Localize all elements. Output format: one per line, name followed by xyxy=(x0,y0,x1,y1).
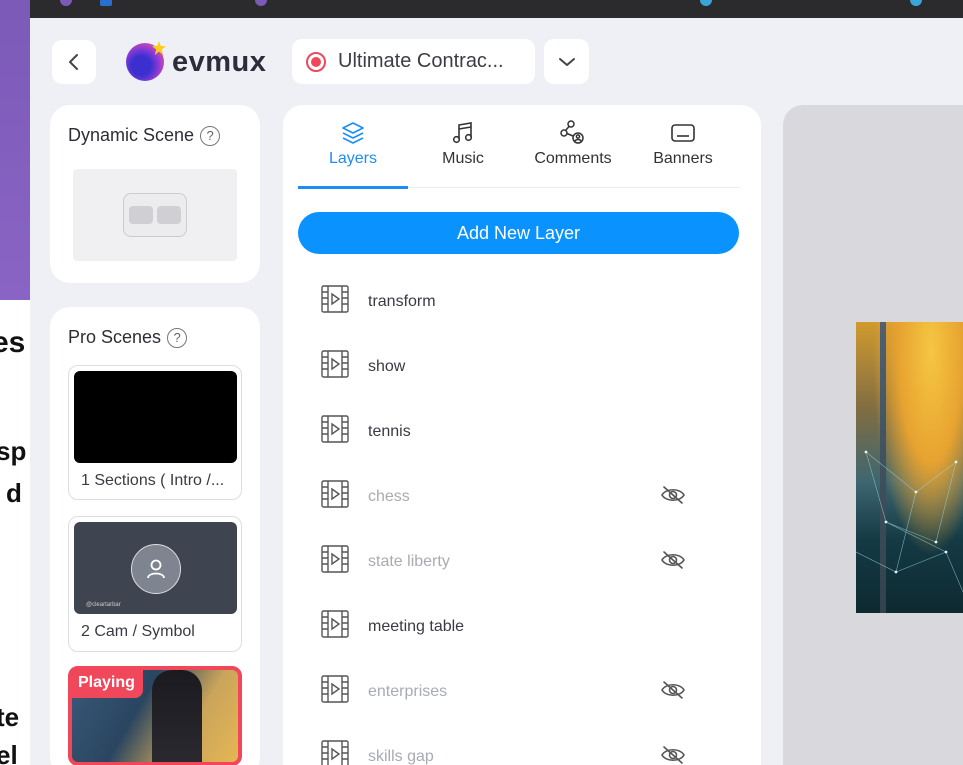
background-white-area xyxy=(0,300,30,765)
tab-comments[interactable]: Comments xyxy=(518,105,628,188)
chevron-left-icon xyxy=(69,54,78,70)
browser-top-bar xyxy=(30,0,963,18)
background-text: d xyxy=(6,478,22,508)
layer-name: meeting table xyxy=(368,618,465,635)
background-purple-band xyxy=(0,0,30,300)
layer-name: transform xyxy=(368,293,436,310)
video-layer-icon xyxy=(320,674,350,709)
user-avatar-icon xyxy=(131,544,181,594)
camera-name-label: @cleartarbar xyxy=(86,602,121,608)
tab-favicon xyxy=(100,0,112,6)
tab-favicon xyxy=(910,0,922,6)
pro-scenes-title: Pro Scenes xyxy=(68,327,162,347)
comments-icon xyxy=(560,120,584,144)
background-text: sp xyxy=(0,436,27,466)
eye-off-icon[interactable] xyxy=(660,549,686,576)
layer-row[interactable]: chess xyxy=(298,477,739,517)
scene-label: 1 Sections ( Intro /... xyxy=(81,472,225,489)
scene-thumbnail-person xyxy=(152,670,202,762)
scene-card[interactable]: @cleartarbar 2 Cam / Symbol xyxy=(68,516,242,652)
split-layout-icon xyxy=(123,193,187,237)
scene-label: 2 Cam / Symbol xyxy=(81,623,195,640)
video-layer-icon xyxy=(320,414,350,449)
scene-card-playing[interactable]: Playing xyxy=(68,666,242,765)
eye-off-icon[interactable] xyxy=(660,744,686,765)
video-layer-icon xyxy=(320,284,350,319)
help-icon[interactable]: ? xyxy=(200,125,221,146)
tab-favicon xyxy=(60,0,72,6)
banners-icon xyxy=(671,124,695,142)
video-layer-icon xyxy=(320,544,350,579)
chevron-down-icon xyxy=(558,57,575,66)
pro-scenes-card: Pro Scenes ? 1 Sections ( Intro /... @cl… xyxy=(50,307,260,765)
evmux-logo-icon xyxy=(126,43,164,81)
video-layer-icon xyxy=(320,349,350,384)
scene-thumbnail: @cleartarbar xyxy=(74,522,237,614)
playing-badge: Playing xyxy=(72,670,143,698)
video-layer-icon xyxy=(320,479,350,514)
dynamic-scene-card: Dynamic Scene ? xyxy=(50,105,260,283)
logo-text: evmux xyxy=(172,45,267,78)
scene-thumbnail xyxy=(74,371,237,463)
layer-row[interactable]: transform xyxy=(298,282,739,322)
video-layer-icon xyxy=(320,739,350,765)
layer-row[interactable]: meeting table xyxy=(298,607,739,647)
help-icon[interactable]: ? xyxy=(167,327,188,348)
layer-name: tennis xyxy=(368,423,411,440)
layer-name: skills gap xyxy=(368,748,434,765)
background-text: el xyxy=(0,740,18,765)
background-text: te xyxy=(0,702,20,732)
stage-preview-area xyxy=(783,105,963,765)
background-page: es sp d te el xyxy=(0,0,30,765)
eye-off-icon[interactable] xyxy=(660,484,686,511)
evmux-logo[interactable]: evmux xyxy=(126,40,266,84)
panel-tabs: Layers Music Comments Banners xyxy=(298,105,740,189)
layer-name: enterprises xyxy=(368,683,448,700)
tab-label: Layers xyxy=(328,150,378,167)
back-button[interactable] xyxy=(52,40,96,84)
dynamic-scene-thumbnail[interactable] xyxy=(73,169,237,261)
add-new-layer-button[interactable]: Add New Layer xyxy=(298,212,739,254)
dynamic-scene-title: Dynamic Scene xyxy=(68,125,195,145)
tab-music[interactable]: Music xyxy=(408,105,518,188)
tab-label: Banners xyxy=(653,150,713,167)
music-icon xyxy=(452,122,473,144)
network-lines xyxy=(856,450,963,593)
background-text: es xyxy=(0,326,26,359)
layer-row[interactable]: tennis xyxy=(298,412,739,452)
scene-card[interactable]: 1 Sections ( Intro /... xyxy=(68,365,242,500)
tab-label: Music xyxy=(442,150,484,167)
layers-icon xyxy=(342,122,364,144)
stream-title: Ultimate Contrac... xyxy=(338,50,504,72)
layer-row[interactable]: skills gap xyxy=(298,737,739,765)
stage-preview-image xyxy=(856,322,963,613)
pro-scenes-heading: Pro Scenes ? xyxy=(68,327,188,348)
layer-name: show xyxy=(368,358,406,375)
tab-layers[interactable]: Layers xyxy=(298,105,408,189)
layer-row[interactable]: enterprises xyxy=(298,672,739,712)
video-layer-icon xyxy=(320,609,350,644)
record-status-icon xyxy=(306,51,326,72)
layers-panel: Layers Music Comments Banners Add New La… xyxy=(283,105,761,765)
layer-row[interactable]: state liberty xyxy=(298,542,739,582)
tab-label: Comments xyxy=(534,150,612,167)
tab-favicon xyxy=(255,0,267,6)
layer-name: state liberty xyxy=(368,553,450,570)
stream-dropdown-button[interactable] xyxy=(544,39,589,84)
dynamic-scene-heading: Dynamic Scene ? xyxy=(68,125,221,146)
tab-favicon xyxy=(700,0,712,6)
tab-banners[interactable]: Banners xyxy=(628,105,738,188)
layer-row[interactable]: show xyxy=(298,347,739,387)
stream-title-selector[interactable]: Ultimate Contrac... xyxy=(292,39,535,84)
eye-off-icon[interactable] xyxy=(660,679,686,706)
layer-name: chess xyxy=(368,488,410,505)
evmux-studio: evmux Ultimate Contrac... Dynamic Scene … xyxy=(30,18,963,765)
